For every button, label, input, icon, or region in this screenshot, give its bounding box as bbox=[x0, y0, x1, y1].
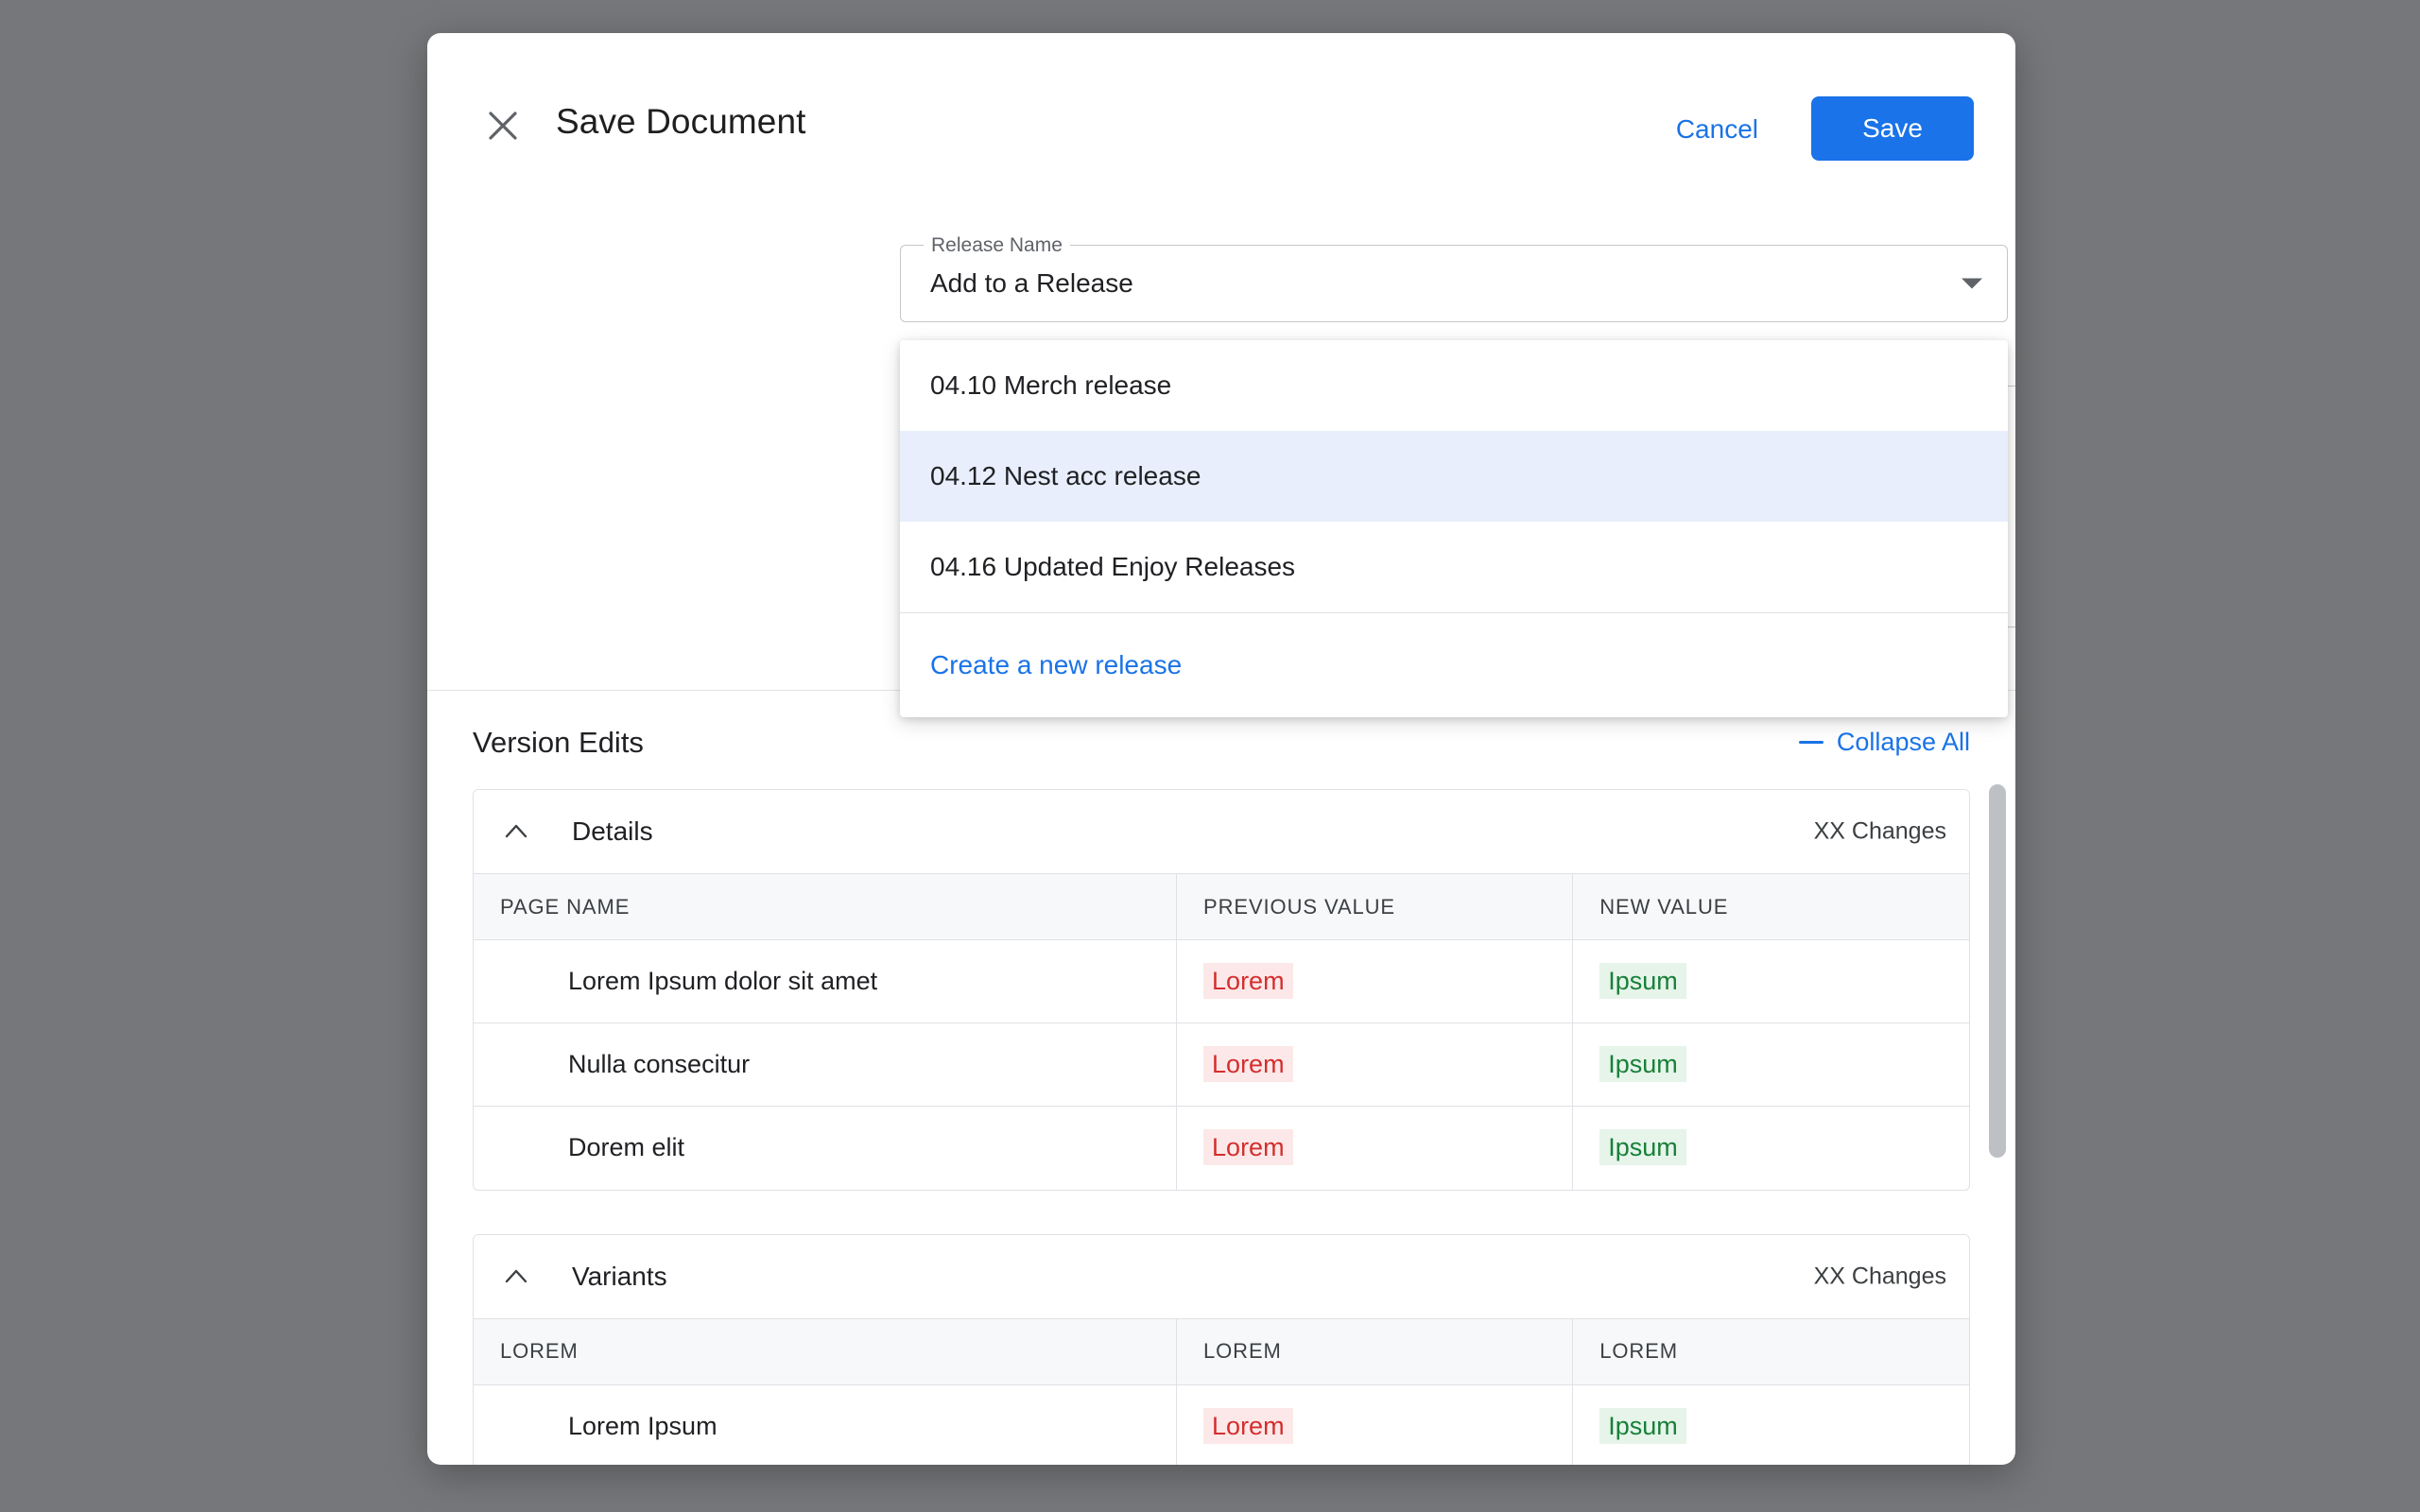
cell-previous-value: Lorem bbox=[1176, 1106, 1574, 1190]
variants-table: LOREM LOREM LOREM Lorem Ipsum Lorem Ipsu… bbox=[474, 1317, 1969, 1465]
cell-page-name: Lorem Ipsum dolor sit amet bbox=[474, 939, 1178, 1023]
cell-page-name: Lorem Ipsum bbox=[474, 1384, 1178, 1465]
table-header-row: PAGE NAME PREVIOUS VALUE NEW VALUE bbox=[474, 873, 1969, 940]
cell-previous-value: Lorem bbox=[1176, 939, 1574, 1023]
minus-icon bbox=[1798, 741, 1824, 744]
form-row bbox=[427, 148, 2015, 252]
page-title: Save Document bbox=[556, 102, 806, 141]
new-value-chip: Ipsum bbox=[1599, 963, 1686, 999]
cell-new-value: Ipsum bbox=[1573, 1384, 1969, 1465]
cell-page-name: Nulla consecitur bbox=[474, 1022, 1178, 1107]
cell-new-value: Ipsum bbox=[1572, 1022, 1969, 1107]
previous-value-chip: Lorem bbox=[1203, 1046, 1293, 1082]
collapse-all-label: Collapse All bbox=[1836, 728, 1970, 756]
create-new-release-link[interactable]: Create a new release bbox=[900, 613, 2008, 717]
chevron-up-icon[interactable] bbox=[502, 817, 530, 846]
accordion-details-label: Details bbox=[572, 816, 653, 846]
table-row: Lorem Ipsum dolor sit amet Lorem Ipsum bbox=[474, 939, 1969, 1023]
accordion-variants-header[interactable]: Variants XX Changes bbox=[474, 1234, 1969, 1318]
table-row: Dorem elit Lorem Ipsum bbox=[474, 1106, 1969, 1190]
table-row: Nulla consecitur Lorem Ipsum bbox=[474, 1022, 1969, 1107]
cell-page-name: Dorem elit bbox=[474, 1106, 1178, 1190]
release-name-select[interactable]: Release Name Add to a Release bbox=[900, 233, 2008, 322]
accordion-details: Details XX Changes PAGE NAME PREVIOUS VA… bbox=[473, 789, 1970, 1191]
details-table: PAGE NAME PREVIOUS VALUE NEW VALUE Lorem… bbox=[474, 873, 1969, 1190]
column-header-3: LOREM bbox=[1572, 1317, 1969, 1385]
column-header-page-name: PAGE NAME bbox=[474, 873, 1178, 940]
new-value-chip: Ipsum bbox=[1599, 1407, 1686, 1444]
cancel-button[interactable]: Cancel bbox=[1663, 107, 1772, 152]
accordion-variants: Variants XX Changes LOREM LOREM LOREM Lo… bbox=[473, 1233, 1970, 1465]
table-row: Lorem Ipsum Lorem Ipsum bbox=[474, 1384, 1969, 1465]
save-document-dialog: Save Document Cancel Save Release Name A… bbox=[427, 33, 2015, 1465]
release-name-value: Add to a Release bbox=[930, 268, 1133, 298]
release-name-label: Release Name bbox=[924, 233, 1070, 258]
new-value-chip: Ipsum bbox=[1599, 1046, 1686, 1082]
table-header-row: LOREM LOREM LOREM bbox=[474, 1317, 1969, 1385]
chevron-up-icon[interactable] bbox=[502, 1263, 530, 1291]
collapse-all-button[interactable]: Collapse All bbox=[1798, 728, 1970, 757]
column-header-previous-value: PREVIOUS VALUE bbox=[1176, 873, 1574, 940]
dropdown-option-2[interactable]: 04.16 Updated Enjoy Releases bbox=[900, 522, 2008, 612]
scrollbar-thumb[interactable] bbox=[1989, 784, 2006, 1158]
accordion-details-header[interactable]: Details XX Changes bbox=[474, 790, 1969, 873]
cell-new-value: Ipsum bbox=[1573, 1107, 1969, 1190]
column-header-new-value: NEW VALUE bbox=[1572, 873, 1969, 940]
previous-value-chip: Lorem bbox=[1203, 963, 1293, 999]
cell-previous-value: Lorem bbox=[1176, 1022, 1574, 1107]
cell-new-value: Ipsum bbox=[1572, 939, 1969, 1023]
vertical-scrollbar[interactable] bbox=[1989, 695, 2006, 1465]
version-edits-title: Version Edits bbox=[473, 726, 644, 759]
column-header-2: LOREM bbox=[1176, 1317, 1574, 1385]
version-edits-section: Version Edits Collapse All Details XX Ch… bbox=[427, 690, 2015, 1465]
accordion-variants-count: XX Changes bbox=[1813, 1263, 1946, 1289]
new-value-chip: Ipsum bbox=[1599, 1129, 1686, 1166]
cell-previous-value: Lorem bbox=[1176, 1384, 1574, 1465]
close-icon[interactable] bbox=[484, 107, 522, 145]
column-header-1: LOREM bbox=[474, 1317, 1178, 1385]
dropdown-option-1[interactable]: 04.12 Nest acc release bbox=[900, 431, 2008, 522]
accordion-variants-label: Variants bbox=[572, 1261, 667, 1291]
release-dropdown-menu[interactable]: 04.10 Merch release 04.12 Nest acc relea… bbox=[900, 340, 2008, 717]
previous-value-chip: Lorem bbox=[1203, 1129, 1293, 1166]
chevron-down-icon[interactable] bbox=[1962, 278, 1982, 289]
dropdown-option-0[interactable]: 04.10 Merch release bbox=[900, 340, 2008, 431]
dialog-header: Save Document Cancel Save bbox=[427, 33, 2015, 161]
previous-value-chip: Lorem bbox=[1203, 1407, 1293, 1444]
accordion-details-count: XX Changes bbox=[1813, 817, 1946, 845]
